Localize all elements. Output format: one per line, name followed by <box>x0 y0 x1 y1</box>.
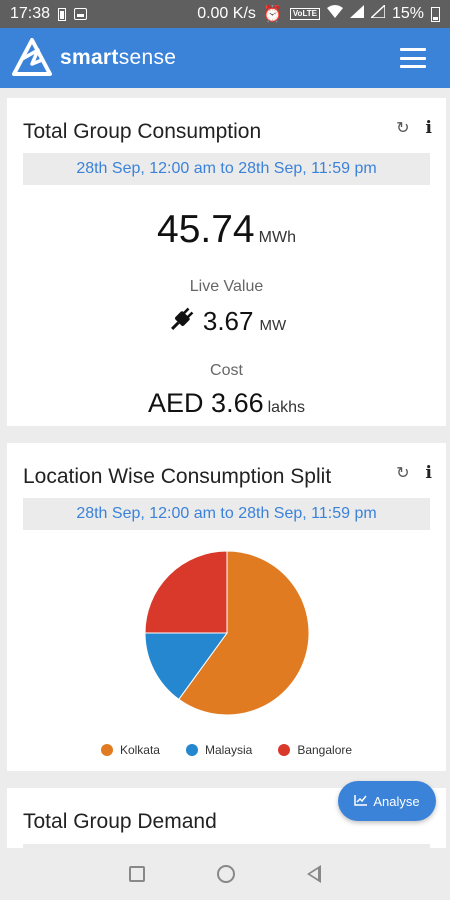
image-notification-icon <box>74 8 88 20</box>
total-consumption-value: 45.74 MWh <box>7 208 446 252</box>
total-consumption-card: Total Group Consumption ↻ i 28th Sep, 12… <box>7 98 446 426</box>
card-tools: ↻ i <box>396 463 432 483</box>
legend-label: Bangalore <box>297 743 353 757</box>
legend-label: Kolkata <box>119 743 160 757</box>
trend-chart-icon <box>354 794 368 809</box>
location-split-card: Location Wise Consumption Split ↻ i 28th… <box>7 443 446 771</box>
smartsense-logo-icon <box>10 34 54 83</box>
pie-slice-bangalore[interactable] <box>144 550 228 634</box>
hamburger-icon[interactable] <box>400 48 426 68</box>
card-title: Total Group Demand <box>23 810 217 833</box>
consumption-number: 45.74 <box>157 208 255 251</box>
info-icon[interactable]: i <box>426 118 432 138</box>
volte-icon: VoLTE <box>289 8 320 20</box>
pie-chart[interactable] <box>141 547 313 719</box>
battery-icon <box>431 6 440 22</box>
legend-label: Malaysia <box>204 743 253 757</box>
card-tools: ↻ i <box>396 118 432 138</box>
card-title: Location Wise Consumption Split <box>23 465 332 488</box>
refresh-icon[interactable]: ↻ <box>396 463 409 483</box>
legend-dot <box>100 744 113 756</box>
plug-icon <box>167 304 197 339</box>
cost-unit: lakhs <box>267 399 305 416</box>
analyse-label: Analyse <box>373 793 420 809</box>
battery-percent: 15% <box>391 5 424 22</box>
alarm-icon: ⏰ <box>262 6 283 23</box>
back-icon[interactable] <box>307 865 321 883</box>
info-icon[interactable]: i <box>426 463 432 483</box>
live-unit: MW <box>259 317 287 334</box>
navigation-bar <box>0 848 450 900</box>
legend-dot <box>185 744 198 756</box>
date-range[interactable]: 28th Sep, 12:00 am to 28th Sep, 11:59 pm <box>23 498 430 530</box>
live-number: 3.67 <box>202 306 254 336</box>
legend-item-bangalore[interactable]: Bangalore <box>278 743 352 757</box>
card-title: Total Group Consumption <box>23 120 262 143</box>
app-bar: smartsense <box>0 28 450 88</box>
network-speed: 0.00 K/s <box>197 5 256 22</box>
consumption-unit: MWh <box>258 229 296 246</box>
live-value: 3.67 MW <box>7 304 446 339</box>
cost-label: Cost <box>210 362 243 379</box>
signal-icon-2 <box>369 3 386 23</box>
legend-item-malaysia[interactable]: Malaysia <box>185 743 253 757</box>
status-time: 17:38 <box>10 5 51 22</box>
refresh-icon[interactable]: ↻ <box>396 118 409 138</box>
signal-icon <box>349 5 364 23</box>
brand-name-bold: smart <box>60 46 119 69</box>
status-bar: 17:38 0.00 K/s ⏰ VoLTE 15% <box>0 0 450 28</box>
date-range[interactable]: 28th Sep, 12:00 am to 28th Sep, 11:59 pm <box>23 153 430 185</box>
brand-name-light: sense <box>118 46 177 69</box>
battery-saver-icon <box>58 7 67 21</box>
live-value-label: Live Value <box>189 278 264 295</box>
cost-value: AED 3.66 lakhs <box>7 388 446 419</box>
home-icon[interactable] <box>217 865 235 883</box>
brand-name: smartsense <box>60 46 176 70</box>
legend-dot <box>278 744 291 756</box>
legend-item-kolkata[interactable]: Kolkata <box>100 743 160 757</box>
wifi-icon <box>326 5 343 23</box>
recent-apps-icon[interactable] <box>129 866 145 882</box>
chart-legend: Kolkata Malaysia Bangalore <box>7 743 446 757</box>
analyse-button[interactable]: Analyse <box>338 781 436 821</box>
cost-number: AED 3.66 <box>148 388 264 418</box>
